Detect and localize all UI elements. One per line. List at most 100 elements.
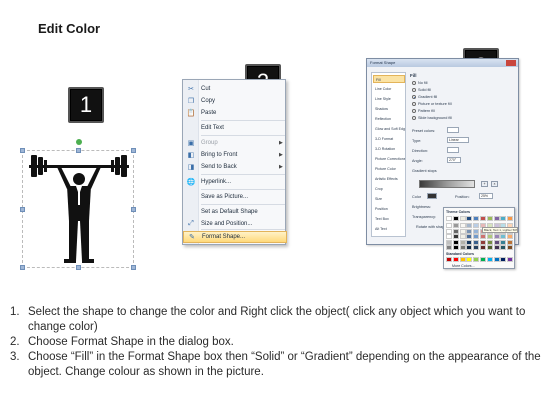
direction-dropdown[interactable] [447,147,459,153]
color-swatch[interactable] [473,245,480,250]
color-swatch[interactable] [452,228,459,234]
color-swatch[interactable] [459,257,466,262]
color-swatch[interactable] [473,257,480,262]
color-swatch[interactable] [446,228,452,234]
fill-radio[interactable] [412,116,416,120]
color-swatch[interactable] [452,245,459,250]
gradient-stops-bar[interactable] [419,180,475,188]
color-swatch[interactable] [486,245,493,250]
color-swatch[interactable] [452,223,459,228]
color-swatch[interactable] [466,257,473,262]
color-swatch[interactable] [446,239,452,245]
color-swatch[interactable] [493,234,500,239]
color-swatch[interactable] [446,245,452,250]
menu-item[interactable]: 🌐 Hyperlink... [183,176,287,188]
color-swatch[interactable] [480,257,486,262]
color-swatch[interactable] [459,239,466,245]
sidebar-item[interactable]: Size [373,195,405,203]
fill-radio[interactable] [412,109,416,113]
color-swatch[interactable] [500,216,507,221]
menu-item[interactable]: Edit Text [183,122,287,134]
color-swatch[interactable] [486,234,493,239]
color-swatch[interactable] [473,216,480,221]
sidebar-item[interactable]: Line Style [373,95,405,103]
color-swatch[interactable] [500,257,507,262]
color-swatch[interactable] [507,216,514,221]
color-swatch[interactable] [507,239,514,245]
menu-item[interactable]: Save as Picture... [183,191,287,203]
color-swatch[interactable] [486,239,493,245]
sidebar-item[interactable]: Line Color [373,85,405,93]
color-picker-button[interactable] [427,193,437,199]
fill-radio[interactable] [412,102,416,106]
color-swatch[interactable] [480,216,486,221]
close-icon[interactable] [506,60,516,66]
fill-option-label[interactable]: Solid fill [418,88,431,92]
color-swatch[interactable] [459,228,466,234]
menu-item[interactable]: 📋 Paste [183,107,287,119]
sidebar-item[interactable]: Alt Text [373,225,405,233]
menu-item[interactable]: Set as Default Shape [183,206,287,218]
fill-option-label[interactable]: Picture or texture fill [418,102,452,106]
color-swatch[interactable] [500,239,507,245]
color-swatch[interactable] [446,234,452,239]
color-swatch[interactable] [466,216,473,221]
color-swatch[interactable] [480,239,486,245]
sidebar-item[interactable]: Position [373,205,405,213]
color-swatch[interactable] [466,239,473,245]
color-swatch[interactable] [486,216,493,221]
color-swatch[interactable] [452,257,459,262]
menu-item[interactable]: ⤢ Size and Position... [183,218,287,230]
color-swatch[interactable] [459,223,466,228]
sidebar-item[interactable]: Picture Corrections [373,155,405,163]
more-colors-link[interactable]: More Colors... [452,264,475,268]
add-stop-icon[interactable]: + [481,181,488,187]
angle-input[interactable]: 270° [447,157,461,163]
sidebar-item[interactable]: 3-D Rotation [373,145,405,153]
menu-item[interactable]: ▣ Group ▶ [183,137,287,149]
color-swatch[interactable] [459,234,466,239]
color-swatch[interactable] [500,234,507,239]
menu-item[interactable]: ❐ Copy [183,95,287,107]
color-swatch[interactable] [452,234,459,239]
color-swatch[interactable] [493,216,500,221]
color-swatch[interactable] [452,239,459,245]
menu-item[interactable]: ✂ Cut [183,83,287,95]
sidebar-item[interactable]: Shadow [373,105,405,113]
color-swatch[interactable] [452,216,459,221]
color-swatch[interactable] [473,239,480,245]
selected-shape[interactable] [20,139,136,270]
sidebar-item[interactable]: Picture Color [373,165,405,173]
color-swatch[interactable] [500,245,507,250]
color-swatch[interactable] [473,228,480,234]
preset-colors-dropdown[interactable] [447,127,459,133]
color-swatch[interactable] [446,257,452,262]
color-swatch[interactable] [507,257,514,262]
fill-radio[interactable] [412,88,416,92]
fill-radio[interactable] [412,95,416,99]
color-swatch[interactable] [459,216,466,221]
type-dropdown[interactable]: Linear [447,137,469,143]
fill-option-label[interactable]: No fill [418,81,428,85]
position-input[interactable]: 25% [479,193,493,199]
sidebar-item[interactable]: Text Box [373,215,405,223]
rotation-handle[interactable] [76,139,82,145]
color-swatch[interactable] [480,245,486,250]
sidebar-item[interactable]: Artistic Effects [373,175,405,183]
sidebar-item[interactable]: Reflection [373,115,405,123]
sidebar-item[interactable]: 3-D Format [373,135,405,143]
color-swatch[interactable] [466,223,473,228]
color-swatch[interactable] [493,239,500,245]
color-swatch[interactable] [466,234,473,239]
sidebar-item[interactable]: Glow and Soft Edges [373,125,405,133]
menu-item[interactable]: ◧ Bring to Front ▶ [183,149,287,161]
color-swatch[interactable] [493,257,500,262]
menu-item[interactable]: ✎ Format Shape... [183,231,287,243]
color-swatch[interactable] [473,223,480,228]
color-swatch[interactable] [446,223,452,228]
menu-item[interactable]: ◨ Send to Back ▶ [183,161,287,173]
color-swatch[interactable] [466,245,473,250]
fill-option-label[interactable]: Gradient fill [418,95,437,99]
color-swatch[interactable] [507,234,514,239]
sidebar-item[interactable]: Fill [373,75,405,83]
